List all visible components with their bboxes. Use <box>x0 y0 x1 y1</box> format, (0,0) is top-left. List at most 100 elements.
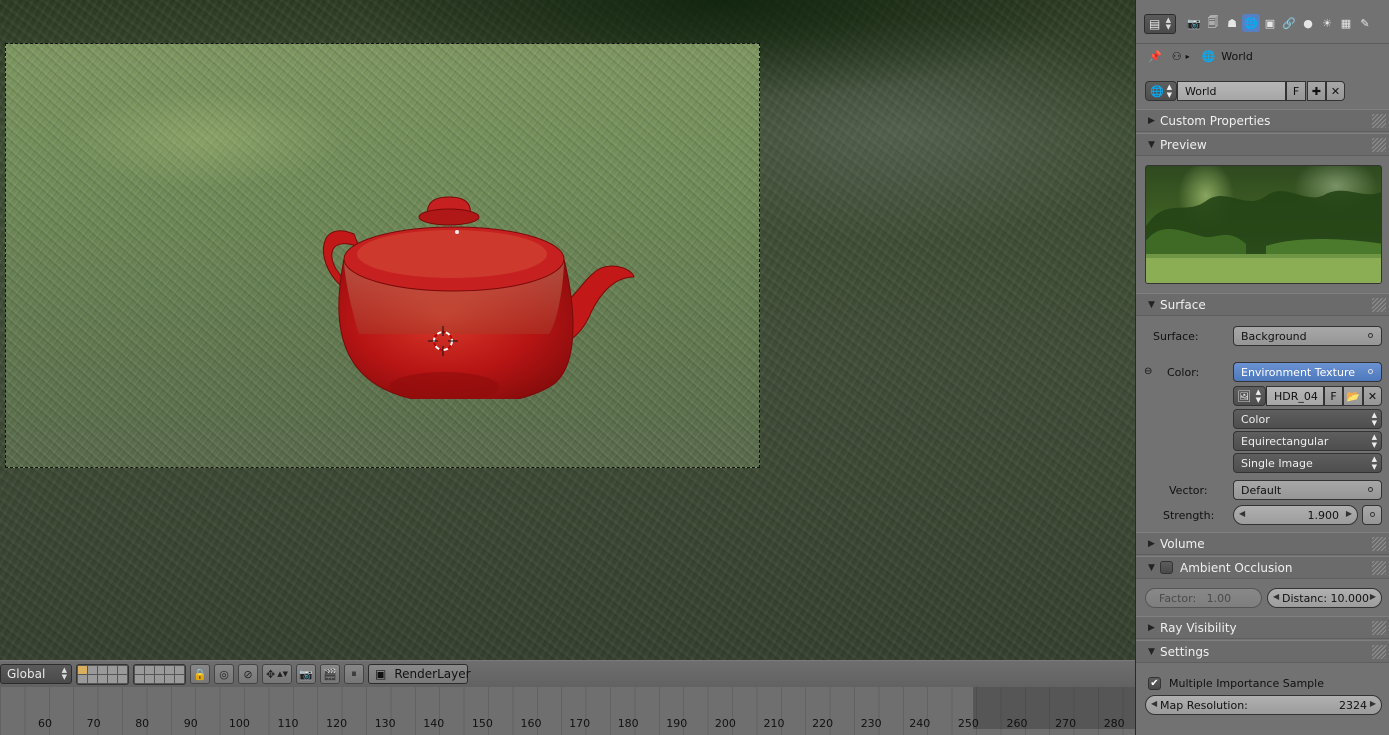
drag-grip-icon[interactable] <box>1372 645 1386 659</box>
timeline-frame-number: 120 <box>326 717 348 730</box>
timeline-frame-number: 280 <box>1103 717 1125 730</box>
material-icon: ● <box>1303 16 1313 30</box>
tab-render[interactable]: 📷 <box>1185 14 1203 32</box>
opengl-render-button[interactable]: 📷 <box>296 664 316 684</box>
editor-type-dropdown[interactable]: ▤ ▲ ▼ <box>1144 14 1176 34</box>
drag-grip-icon[interactable] <box>1372 114 1386 128</box>
surface-shader-field[interactable]: Background <box>1233 326 1382 346</box>
fake-user-label: F <box>1292 84 1300 98</box>
proportional-edit-button[interactable]: ⊘ <box>238 664 258 684</box>
panel-custom-properties[interactable]: ▶ Custom Properties <box>1136 109 1389 132</box>
world-preview-image <box>1145 165 1382 284</box>
wrench-icon: ✎ <box>1360 16 1370 30</box>
panel-ambient-occlusion[interactable]: ▼ Ambient Occlusion <box>1136 556 1389 579</box>
new-world-button[interactable]: ✚ <box>1307 81 1326 101</box>
strength-field[interactable]: ◀ 1.900 ▶ <box>1233 505 1358 525</box>
timeline-frame-number: 80 <box>135 717 150 730</box>
increment-arrow-icon[interactable]: ▶ <box>1370 592 1376 601</box>
strength-socket-button[interactable] <box>1362 505 1382 525</box>
tab-physics[interactable]: ✎ <box>1356 14 1374 32</box>
drag-grip-icon[interactable] <box>1372 537 1386 551</box>
panel-preview[interactable]: ▼ Preview <box>1136 133 1389 156</box>
tab-render-layers[interactable]: 🗐 <box>1204 14 1222 32</box>
increment-arrow-icon[interactable]: ▶ <box>1370 699 1376 708</box>
3d-cursor-icon[interactable] <box>428 326 458 356</box>
projection-dropdown[interactable]: Equirectangular ▲ ▼ <box>1233 431 1382 451</box>
checkmark-icon: ✔ <box>1150 677 1159 689</box>
timeline-frame-number: 270 <box>1055 717 1077 730</box>
scene-layers-b[interactable] <box>133 663 186 685</box>
tab-world[interactable]: 🌐 <box>1242 14 1260 32</box>
image-name: HDR_04 <box>1274 389 1318 403</box>
vector-input-value: Default <box>1241 483 1282 497</box>
decrement-arrow-icon[interactable]: ◀ <box>1273 592 1279 601</box>
scene-layers-a[interactable] <box>76 663 129 685</box>
vector-input-field[interactable]: Default <box>1233 480 1382 500</box>
3d-viewport[interactable] <box>0 0 1135 660</box>
pin-icon[interactable]: 📌 <box>1148 50 1162 63</box>
tab-material[interactable]: ● <box>1299 14 1317 32</box>
timeline-frame-number: 70 <box>86 717 101 730</box>
mis-checkbox[interactable]: ✔ <box>1148 676 1161 690</box>
camera-frame <box>5 43 760 468</box>
magnet-icon: ⊘ <box>243 667 253 681</box>
world-browse-button[interactable]: 🌐 ▲ ▼ <box>1145 81 1177 101</box>
tab-scene[interactable]: ☗ <box>1223 14 1241 32</box>
world-name-field[interactable]: World <box>1177 81 1286 101</box>
tab-constraints[interactable]: 🔗 <box>1280 14 1298 32</box>
timeline-frame-number: 170 <box>569 717 591 730</box>
panel-surface[interactable]: ▼ Surface <box>1136 293 1389 316</box>
camera-icon: 📷 <box>1187 16 1201 30</box>
panel-ray-visibility[interactable]: ▶ Ray Visibility <box>1136 616 1389 639</box>
pause-render-button[interactable]: ⏸ <box>344 664 364 684</box>
image-browse-button[interactable]: 🖼 ▲ ▼ <box>1233 386 1266 406</box>
panel-volume[interactable]: ▶ Volume <box>1136 532 1389 555</box>
timeline-frame-number: 240 <box>909 717 931 730</box>
strength-value: 1.900 <box>1307 508 1340 522</box>
tab-object-data[interactable]: ☀ <box>1318 14 1336 32</box>
snap-element-dropdown[interactable]: ✥ ▲▼ <box>262 664 292 684</box>
world-name: World <box>1185 84 1217 98</box>
color-input-field[interactable]: Environment Texture <box>1233 362 1382 382</box>
drag-grip-icon[interactable] <box>1372 298 1386 312</box>
color-space-dropdown[interactable]: Color ▲ ▼ <box>1233 409 1382 429</box>
teapot-object[interactable] <box>314 159 644 399</box>
image-source-value: Single Image <box>1241 456 1313 470</box>
ao-distance-field[interactable]: ◀ Distanc: 10.000 ▶ <box>1267 588 1382 608</box>
vector-label: Vector: <box>1169 484 1208 497</box>
decrement-arrow-icon[interactable]: ◀ <box>1151 699 1157 708</box>
camera-icon: 📷 <box>299 667 313 681</box>
timeline-frame-number: 200 <box>714 717 736 730</box>
tab-texture[interactable]: ▦ <box>1337 14 1355 32</box>
opengl-animation-button[interactable]: 🎬 <box>320 664 340 684</box>
timeline-frame-number: 90 <box>183 717 198 730</box>
decrement-arrow-icon[interactable]: ◀ <box>1239 509 1245 518</box>
collapse-minus-icon[interactable]: ⊖ <box>1144 366 1152 377</box>
tab-object[interactable]: ▣ <box>1261 14 1279 32</box>
drag-grip-icon[interactable] <box>1372 621 1386 635</box>
render-layer-selector[interactable]: ▣ RenderLayer <box>368 664 471 684</box>
timeline-frame-numbers: 60 70 80 90 100 110 120 130 140 150 160 170 180 190 20… <box>0 717 1135 735</box>
panel-title: Surface <box>1160 297 1206 312</box>
increment-arrow-icon[interactable]: ▶ <box>1346 509 1352 518</box>
orientation-dropdown[interactable]: Global ▲ ▼ <box>0 664 72 684</box>
open-image-button[interactable]: 📂 <box>1343 386 1363 406</box>
color-space-value: Color <box>1241 412 1270 426</box>
timeline-frame-number: 180 <box>617 717 639 730</box>
color-label: Color: <box>1167 366 1200 379</box>
ambient-occlusion-checkbox[interactable] <box>1160 561 1173 574</box>
panel-settings[interactable]: ▼ Settings <box>1136 640 1389 663</box>
image-fake-user-button[interactable]: F <box>1324 386 1343 406</box>
drag-grip-icon[interactable] <box>1372 138 1386 152</box>
lock-layers-button[interactable]: 🔒 <box>190 664 210 684</box>
unlink-world-button[interactable]: ✕ <box>1326 81 1345 101</box>
map-resolution-field[interactable]: ◀ Map Resolution: 2324 ▶ <box>1145 695 1382 715</box>
timeline[interactable]: 60 70 80 90 100 110 120 130 140 150 160 170 180 190 20… <box>0 687 1135 735</box>
unlink-image-button[interactable]: ✕ <box>1363 386 1382 406</box>
drag-grip-icon[interactable] <box>1372 561 1386 575</box>
image-name-field[interactable]: HDR_04 <box>1266 386 1324 406</box>
pivot-button[interactable]: ◎ <box>214 664 234 684</box>
collapsed-triangle-icon: ▶ <box>1148 622 1155 633</box>
fake-user-button[interactable]: F <box>1286 81 1306 101</box>
image-source-dropdown[interactable]: Single Image ▲ ▼ <box>1233 453 1382 473</box>
